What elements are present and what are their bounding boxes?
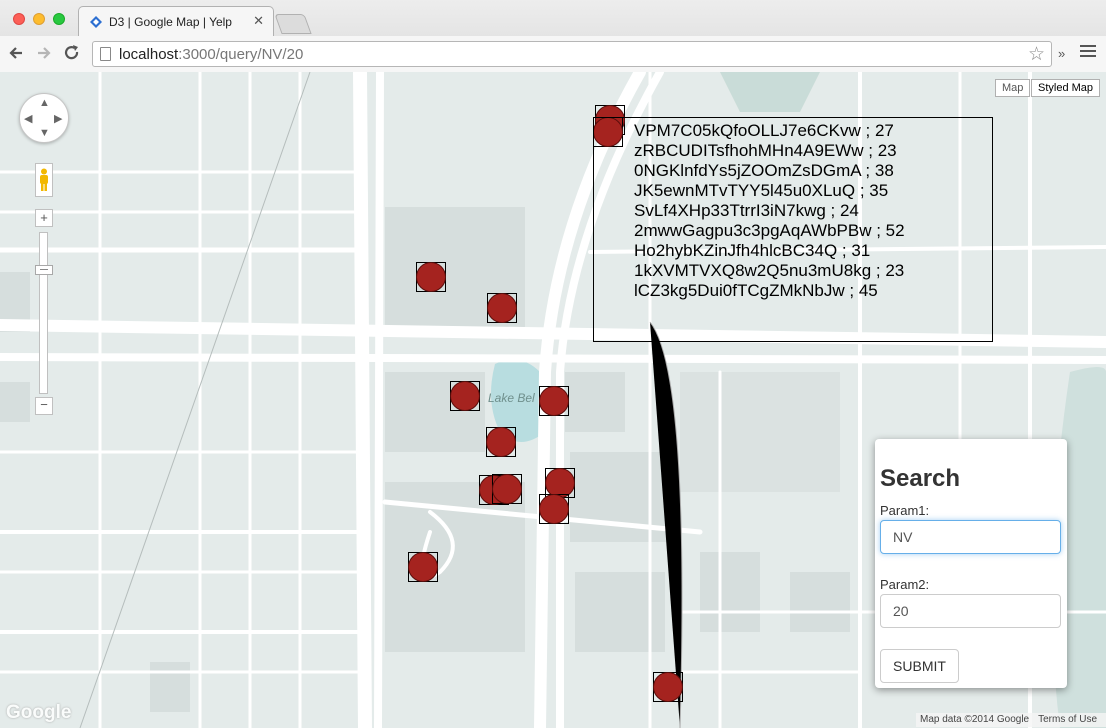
reload-button[interactable] <box>62 43 82 63</box>
url-text: localhost:3000/query/NV/20 <box>119 46 304 63</box>
business-info-line: 0NGKlnfdYs5jZOOmZsDGmA ; 38 <box>634 161 894 180</box>
page-icon <box>100 47 111 61</box>
tab-title: D3 | Google Map | Yelp <box>109 15 232 29</box>
tab-active[interactable]: D3 | Google Map | Yelp ✕ <box>78 6 274 36</box>
business-info-box: VPM7C05kQfoOLLJ7e6CKvw ; 27 zRBCUDITsfho… <box>593 117 993 342</box>
business-marker[interactable] <box>539 386 569 416</box>
address-bar[interactable]: localhost:3000/query/NV/20 ☆ <box>92 41 1052 67</box>
submit-button[interactable]: SUBMIT <box>880 649 959 683</box>
forward-button[interactable] <box>34 43 54 63</box>
pan-up-icon[interactable]: ▲ <box>39 97 50 109</box>
browser-chrome: D3 | Google Map | Yelp ✕ localhost:3000/… <box>0 0 1106 72</box>
business-marker[interactable] <box>653 672 683 702</box>
business-info-line: Ho2hybKZinJfh4hlcBC34Q ; 31 <box>634 241 871 260</box>
street-view-pegman[interactable] <box>35 163 53 197</box>
google-logo[interactable]: Google <box>6 702 71 724</box>
map-attribution: Map data ©2014 Google Terms of Use <box>916 713 1106 727</box>
business-info-line: lCZ3kg5Dui0fTCgZMkNbJw ; 45 <box>634 281 878 300</box>
zoom-out-button[interactable]: − <box>35 397 53 415</box>
business-marker[interactable] <box>408 552 438 582</box>
close-window-button[interactable] <box>13 13 25 25</box>
pan-left-icon[interactable]: ◀ <box>24 112 32 125</box>
hamburger-menu-icon[interactable] <box>1080 45 1096 61</box>
back-button[interactable] <box>6 43 26 63</box>
lake-label: Lake Bel <box>488 391 535 405</box>
star-icon[interactable]: ☆ <box>1028 43 1045 66</box>
extensions-overflow-button[interactable]: » <box>1058 46 1065 61</box>
zoom-slider-track[interactable] <box>39 232 48 394</box>
arrow-left-icon <box>9 47 22 59</box>
business-info-line: 2mwwGagpu3c3pgAqAWbPBw ; 52 <box>634 221 905 240</box>
reload-icon <box>64 45 79 60</box>
map-canvas[interactable]: ▲ ▼ ◀ ▶ + − Map Styled Map Lake Bel VPM7… <box>0 72 1106 728</box>
param1-input[interactable]: NV <box>880 520 1061 554</box>
attribution-data: Map data ©2014 Google <box>920 714 1030 725</box>
business-info-line: VPM7C05kQfoOLLJ7e6CKvw ; 27 <box>634 121 894 140</box>
maximize-window-button[interactable] <box>53 13 65 25</box>
maptype-styled-button[interactable]: Styled Map <box>1031 79 1101 97</box>
business-info-line: SvLf4XHp33TtrrI3iN7kwg ; 24 <box>634 201 859 220</box>
business-info-line: 1kXVMTVXQ8w2Q5nu3mU8kg ; 23 <box>634 261 905 280</box>
param2-input[interactable]: 20 <box>880 594 1061 628</box>
pan-control[interactable]: ▲ ▼ ◀ ▶ <box>19 93 69 143</box>
pan-right-icon[interactable]: ▶ <box>54 112 62 125</box>
business-marker[interactable] <box>486 427 516 457</box>
search-title: Search <box>880 465 961 492</box>
business-marker[interactable] <box>539 494 569 524</box>
business-marker[interactable] <box>492 474 522 504</box>
search-panel: Search Param1: NV Param2: 20 SUBMIT <box>875 439 1067 688</box>
minimize-window-button[interactable] <box>33 13 45 25</box>
terms-of-use-link[interactable]: Terms of Use <box>1038 714 1097 725</box>
business-marker[interactable] <box>416 262 446 292</box>
d3-favicon-icon <box>90 16 102 28</box>
business-marker[interactable] <box>450 381 480 411</box>
maptype-map-button[interactable]: Map <box>995 79 1031 97</box>
browser-toolbar: localhost:3000/query/NV/20 ☆ » <box>0 36 1106 72</box>
pegman-icon <box>40 168 48 191</box>
tab-close-icon[interactable]: ✕ <box>253 13 264 29</box>
zoom-slider-thumb[interactable] <box>35 265 53 275</box>
pan-down-icon[interactable]: ▼ <box>39 127 50 139</box>
zoom-in-button[interactable]: + <box>35 209 53 227</box>
tab-strip: D3 | Google Map | Yelp ✕ <box>0 0 1106 36</box>
business-marker[interactable] <box>487 293 517 323</box>
param1-label: Param1: <box>880 503 930 518</box>
business-info-line: JK5ewnMTvTYY5l45u0XLuQ ; 35 <box>634 181 889 200</box>
business-info-line: zRBCUDITsfhohMHn4A9EWw ; 23 <box>634 141 897 160</box>
new-tab-button[interactable] <box>274 14 312 34</box>
param2-label: Param2: <box>880 577 930 592</box>
arrow-right-icon <box>38 47 51 59</box>
